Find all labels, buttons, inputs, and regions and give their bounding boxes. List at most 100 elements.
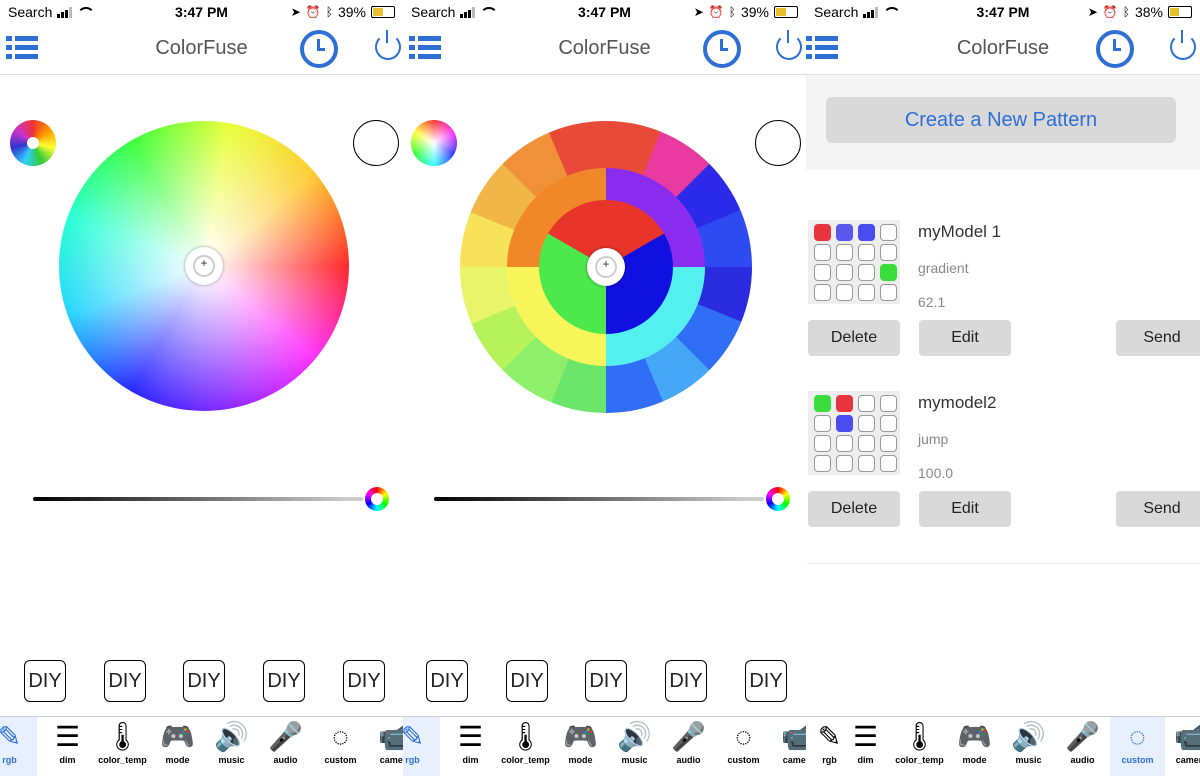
tab-mode[interactable]: 🎮 mode: [553, 717, 608, 776]
timer-clock-icon[interactable]: [300, 30, 338, 68]
dotted-circle-icon: ◌: [1129, 721, 1146, 752]
pattern-cell: [880, 395, 897, 412]
diy-button-3[interactable]: DIY: [183, 660, 225, 702]
thermometer-icon: 🌡: [104, 721, 141, 752]
tab-camera[interactable]: 📹 camera: [1164, 717, 1200, 776]
diy-button-5[interactable]: DIY: [745, 660, 787, 702]
diy-button-2[interactable]: DIY: [104, 660, 146, 702]
diy-button-3[interactable]: DIY: [585, 660, 627, 702]
tab-label: mode: [568, 755, 593, 765]
edit-button[interactable]: Edit: [919, 491, 1011, 527]
tab-custom[interactable]: ◌ custom: [313, 717, 368, 776]
white-color-swatch[interactable]: [353, 120, 399, 166]
pattern-cell: [814, 435, 831, 452]
segmented-wheel-switch-icon[interactable]: [10, 120, 56, 166]
status-right: ➤ ⏰ ᛒ 38%: [1088, 4, 1192, 20]
screen-custom-patterns: Search 3:47 PM ➤ ⏰ ᛒ 38% ColorFuse Creat…: [806, 0, 1200, 776]
tab-label: music: [218, 755, 245, 765]
send-button[interactable]: Send: [1116, 491, 1200, 527]
tab-label: dim: [857, 755, 874, 765]
tab-mode[interactable]: 🎮 mode: [150, 717, 205, 776]
tab-label: mode: [165, 755, 190, 765]
tab-color-temp[interactable]: 🌡 color_temp: [498, 717, 553, 776]
tab-label: custom: [727, 755, 760, 765]
status-right: ➤ ⏰ ᛒ 39%: [291, 4, 395, 20]
tab-audio[interactable]: 🎤 audio: [1055, 717, 1110, 776]
tab-custom[interactable]: ◌ custom: [716, 717, 771, 776]
bluetooth-icon: ᛒ: [325, 5, 333, 19]
location-icon: ➤: [693, 5, 704, 19]
thermometer-icon: 🌡: [901, 721, 938, 752]
tab-label: dim: [462, 755, 479, 765]
color-picker-handle[interactable]: [185, 247, 223, 285]
tab-label: audio: [1070, 755, 1095, 765]
power-icon[interactable]: [1170, 30, 1196, 60]
tab-music[interactable]: 🔊 music: [204, 717, 259, 776]
tab-color-temp[interactable]: 🌡 color_temp: [892, 717, 947, 776]
tab-dim[interactable]: ☰ dim: [40, 717, 95, 776]
pattern-cell: [836, 395, 853, 412]
pattern-cell: [880, 435, 897, 452]
battery-percent: 38%: [1134, 4, 1163, 20]
timer-clock-icon[interactable]: [703, 30, 741, 68]
diy-button-4[interactable]: DIY: [263, 660, 305, 702]
tab-mode[interactable]: 🎮 mode: [947, 717, 1002, 776]
smooth-wheel-switch-icon[interactable]: [411, 120, 457, 166]
pattern-name: mymodel2: [918, 393, 997, 412]
pattern-cell: [814, 455, 831, 472]
speaker-icon: 🔊: [214, 721, 249, 752]
tab-camera[interactable]: 📹 camera: [368, 717, 403, 776]
create-new-pattern-button[interactable]: Create a New Pattern: [826, 97, 1176, 143]
color-picker-handle[interactable]: [587, 248, 625, 286]
tab-music[interactable]: 🔊 music: [1001, 717, 1056, 776]
alarm-icon: ⏰: [305, 5, 321, 19]
diy-button-5[interactable]: DIY: [343, 660, 385, 702]
tab-dim[interactable]: ☰ dim: [838, 717, 893, 776]
status-bar: Search 3:47 PM ➤ ⏰ ᛒ 38%: [806, 0, 1200, 24]
gamepad-icon: 🎮: [160, 721, 195, 752]
status-bar: Search 3:47 PM ➤ ⏰ ᛒ 39%: [403, 0, 806, 24]
tab-label: color_temp: [895, 755, 944, 765]
pattern-card[interactable]: mymodel2 jump 100.0 Delete Edit Send: [806, 391, 1200, 564]
sliders-icon: ☰: [852, 721, 879, 752]
diy-button-2[interactable]: DIY: [506, 660, 548, 702]
tab-music[interactable]: 🔊 music: [607, 717, 662, 776]
tab-dim[interactable]: ☰ dim: [443, 717, 498, 776]
pattern-mode: gradient: [918, 260, 969, 276]
diy-button-1[interactable]: DIY: [24, 660, 66, 702]
diy-button-1[interactable]: DIY: [426, 660, 468, 702]
tab-rgb[interactable]: ✎ rgb: [0, 717, 37, 776]
power-icon[interactable]: [375, 30, 401, 60]
tab-label: audio: [273, 755, 298, 765]
tab-label: custom: [1121, 755, 1154, 765]
brightness-sun-icon: [365, 487, 389, 511]
pattern-card[interactable]: myModel 1 gradient 62.1 Delete Edit Send: [806, 220, 1200, 393]
brightness-slider[interactable]: [434, 497, 764, 501]
pattern-name: myModel 1: [918, 222, 1002, 241]
pattern-cell: [836, 284, 853, 301]
diy-button-4[interactable]: DIY: [665, 660, 707, 702]
tab-label: camera: [379, 755, 403, 765]
send-button[interactable]: Send: [1116, 320, 1200, 356]
edit-button[interactable]: Edit: [919, 320, 1011, 356]
tab-audio[interactable]: 🎤 audio: [258, 717, 313, 776]
tab-audio[interactable]: 🎤 audio: [661, 717, 716, 776]
pattern-cell: [814, 244, 831, 261]
delete-button[interactable]: Delete: [808, 320, 900, 356]
timer-clock-icon[interactable]: [1096, 30, 1134, 68]
white-color-swatch[interactable]: [755, 120, 801, 166]
location-icon: ➤: [290, 5, 301, 19]
delete-button[interactable]: Delete: [808, 491, 900, 527]
brightness-slider[interactable]: [33, 497, 363, 501]
pattern-cell: [880, 264, 897, 281]
tab-camera[interactable]: 📹 camera: [771, 717, 806, 776]
alarm-icon: ⏰: [708, 5, 724, 19]
pattern-mode: jump: [918, 431, 949, 447]
tab-color-temp[interactable]: 🌡 color_temp: [95, 717, 150, 776]
power-icon[interactable]: [776, 30, 802, 60]
pattern-cell: [814, 264, 831, 281]
tab-rgb[interactable]: ✎ rgb: [403, 717, 440, 776]
tab-label: camera: [1175, 755, 1200, 765]
pattern-cell: [858, 264, 875, 281]
tab-custom[interactable]: ◌ custom: [1110, 717, 1165, 776]
